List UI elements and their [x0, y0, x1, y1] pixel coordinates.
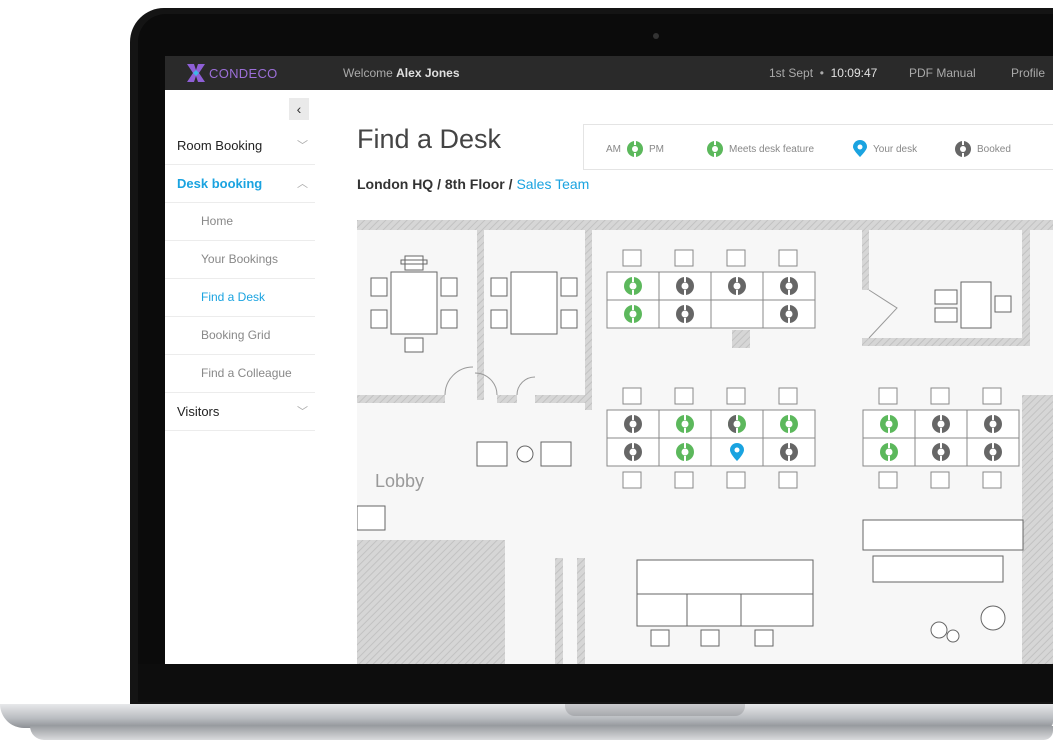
top-bar: CONDECO Welcome Alex Jones 1st Sept • 10… [165, 56, 1053, 90]
breadcrumb: London HQ / 8th Floor / Sales Team [357, 176, 589, 192]
legend: AM PM Meets desk feature Your desk Booke… [583, 124, 1053, 170]
desk-booked-icon[interactable] [728, 277, 746, 295]
sidebar-subitem-find-a-desk[interactable]: Find a Desk [165, 278, 315, 317]
meets-feature-icon [707, 140, 723, 158]
desk-available-icon[interactable] [676, 415, 694, 433]
desk-available-icon[interactable] [676, 443, 694, 461]
chevron-down-icon: ﹀ [297, 140, 308, 152]
desk-am-pm-icon[interactable] [728, 415, 746, 433]
desk-available-icon[interactable] [880, 415, 898, 433]
desk-available-icon[interactable] [780, 415, 798, 433]
breadcrumb-separator: / [508, 176, 513, 192]
sidebar-item-label: Desk booking [177, 176, 263, 191]
breadcrumb-location[interactable]: London HQ [357, 176, 433, 192]
desk-booked-icon[interactable] [624, 443, 642, 461]
laptop-notch [565, 704, 745, 716]
sidebar-subitem-label: Find a Colleague [201, 366, 292, 380]
sidebar-subitem-your-bookings[interactable]: Your Bookings [165, 240, 315, 279]
your-desk-pin-icon [853, 140, 867, 157]
pdf-manual-link[interactable]: PDF Manual [909, 66, 976, 80]
sidebar: ‹ Room Booking ﹀ Desk booking ︿ Home You… [165, 90, 315, 664]
desk-booked-icon[interactable] [676, 277, 694, 295]
desk-booked-icon[interactable] [984, 415, 1002, 433]
laptop-base-edge [30, 726, 1053, 740]
meeting-table-1 [370, 255, 458, 353]
breadcrumb-team[interactable]: Sales Team [516, 176, 589, 192]
logo[interactable]: CONDECO [187, 64, 278, 82]
user-name: Alex Jones [396, 66, 460, 80]
legend-am-pm: AM PM [606, 140, 664, 158]
camera-icon [653, 33, 659, 39]
desk-booked-icon[interactable] [780, 443, 798, 461]
laptop-bottom-bezel [138, 664, 1053, 702]
booked-icon [955, 140, 971, 158]
welcome-message: Welcome Alex Jones [343, 66, 460, 80]
sidebar-subitem-home[interactable]: Home [165, 202, 315, 241]
brand-name: CONDECO [209, 65, 278, 81]
legend-meets-feature-label: Meets desk feature [729, 143, 815, 155]
breadcrumb-separator: / [437, 176, 441, 192]
legend-pm-label: PM [649, 143, 664, 155]
desk-available-icon[interactable] [880, 443, 898, 461]
sidebar-item-visitors[interactable]: Visitors ﹀ [165, 392, 315, 431]
desk-booked-icon[interactable] [932, 415, 950, 433]
chevron-up-icon: ︿ [297, 178, 308, 190]
office-desk [934, 281, 1012, 329]
sidebar-subitem-find-a-colleague[interactable]: Find a Colleague [165, 354, 315, 393]
sidebar-subitem-label: Your Bookings [201, 252, 278, 266]
sidebar-subitem-label: Find a Desk [201, 290, 266, 304]
am-pm-icon [627, 140, 643, 158]
desk-booked-icon[interactable] [780, 305, 798, 323]
legend-meets-feature: Meets desk feature [706, 140, 814, 158]
sidebar-item-label: Room Booking [177, 138, 263, 153]
bullet-separator: • [816, 66, 828, 80]
collapse-sidebar-button[interactable]: ‹ [289, 98, 309, 120]
meeting-table-2 [490, 271, 578, 335]
legend-your-desk: Your desk [852, 140, 917, 158]
sidebar-item-desk-booking[interactable]: Desk booking ︿ [165, 164, 315, 203]
date-time: 1st Sept • 10:09:47 [769, 66, 877, 80]
desk-cluster-b [606, 387, 816, 489]
sidebar-item-label: Visitors [177, 404, 220, 419]
page-title: Find a Desk [357, 124, 502, 154]
desk-booked-icon[interactable] [932, 443, 950, 461]
floor-plan-drawing: Lobby [357, 220, 1053, 664]
desk-booked-icon[interactable] [624, 415, 642, 433]
current-date: 1st Sept [769, 66, 814, 80]
desk-available-icon[interactable] [624, 277, 642, 295]
current-time: 10:09:47 [830, 66, 878, 80]
desk-booked-icon[interactable] [780, 277, 798, 295]
legend-am-label: AM [606, 143, 621, 155]
chevron-left-icon: ‹ [296, 101, 302, 117]
legend-your-desk-label: Your desk [873, 143, 918, 155]
desk-available-icon[interactable] [624, 305, 642, 323]
chevron-down-icon: ﹀ [297, 406, 308, 418]
desk-booked-icon[interactable] [984, 443, 1002, 461]
floor-plan: Lobby [357, 220, 1053, 664]
condeco-logo-icon [187, 64, 205, 82]
lobby-label: Lobby [375, 471, 424, 491]
laptop-base [0, 704, 1053, 728]
welcome-prefix: Welcome [343, 66, 393, 80]
sidebar-item-room-booking[interactable]: Room Booking ﹀ [165, 126, 315, 165]
desk-booked-icon[interactable] [676, 305, 694, 323]
sidebar-subitem-label: Booking Grid [201, 328, 271, 342]
breadcrumb-floor[interactable]: 8th Floor [445, 176, 505, 192]
sidebar-subitem-label: Home [201, 214, 234, 228]
profile-link[interactable]: Profile [1011, 66, 1045, 80]
desk-cluster-c [862, 387, 1020, 489]
legend-booked: Booked [954, 140, 1011, 158]
sidebar-subitem-booking-grid[interactable]: Booking Grid [165, 316, 315, 355]
lower-furniture [636, 519, 1024, 647]
legend-booked-label: Booked [977, 143, 1011, 155]
screen: CONDECO Welcome Alex Jones 1st Sept • 10… [165, 56, 1053, 664]
